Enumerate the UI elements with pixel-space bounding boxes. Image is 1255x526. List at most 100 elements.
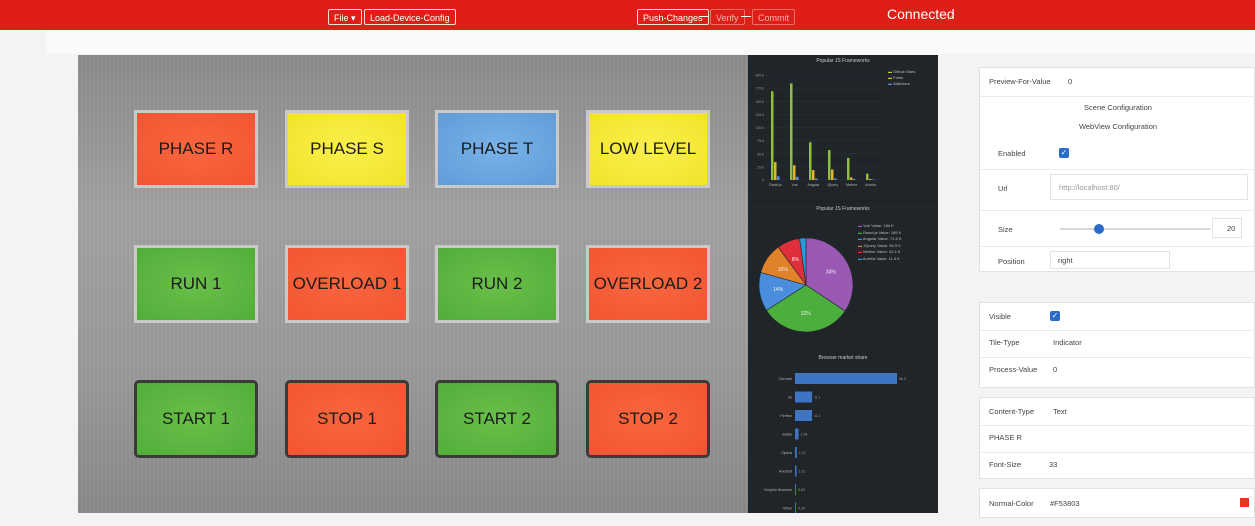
tile-run-1[interactable]: RUN 1 (134, 245, 258, 323)
tile-phase-r[interactable]: PHASE R (134, 110, 258, 188)
bar-aurelia-0 (866, 173, 869, 180)
bar-meteor-0 (847, 157, 850, 180)
hbar-category-label: IE (788, 396, 792, 400)
hbar-category-label: Android (779, 470, 792, 474)
button-start-1[interactable]: START 1 (134, 380, 258, 458)
url-input[interactable]: http://localhost:80/ (1050, 174, 1248, 200)
bar-y-tick: 0 (762, 179, 764, 183)
hbar-value-label: 0.28 (798, 507, 805, 511)
bar-x-tick: Meteor (846, 183, 858, 187)
bar-y-tick: 25 k (757, 165, 764, 169)
pie-chart: 34% 32% 14% 10%8% (758, 237, 854, 333)
bar-chart-panel: Popular JS Frameworks 200 k 175 k 150 k 125… (748, 55, 938, 200)
webview-dashboard: Popular JS Frameworks 200 k 175 k 150 k 125… (748, 55, 938, 513)
pie-chart-legend: ▬ Vue Value: 184 K ▬ React.js Value: 169… (858, 223, 902, 262)
hbar-category-label: Safari (782, 433, 792, 437)
tile-overload-1[interactable]: OVERLOAD 1 (285, 245, 409, 323)
tile-overload-2[interactable]: OVERLOAD 2 (586, 245, 710, 323)
pie-legend-item: ▬ Aurelia Value: 11.6 K (858, 255, 900, 261)
size-slider-track[interactable] (1060, 228, 1210, 230)
config-panel-colors: Normal-Color #F53803 (979, 488, 1255, 518)
commit-button[interactable]: Commit (752, 9, 795, 25)
pie-slice-label: 32% (801, 311, 812, 317)
divider (980, 96, 1255, 97)
font-size-label: Font-Size (989, 460, 1022, 469)
bar-x-tick: Vue (791, 183, 797, 187)
hbar-category-label: Other (783, 507, 793, 511)
scene-configuration-header[interactable]: Scene Configuration (980, 103, 1255, 112)
position-select[interactable]: right (1050, 251, 1170, 269)
file-menu-button[interactable]: File ▾ (328, 9, 362, 25)
tile-phase-s[interactable]: PHASE S (285, 110, 409, 188)
enabled-checkbox[interactable]: ✓ (1059, 148, 1069, 158)
push-changes-button[interactable]: Push-Changes (637, 9, 709, 25)
bar-x-tick: Angular (807, 183, 820, 187)
verify-button[interactable]: Verify (710, 9, 745, 25)
preview-for-value-label: Preview-For-Value (989, 77, 1051, 86)
hbar-dolphinbrowser (795, 484, 796, 495)
button-stop-1[interactable]: STOP 1 (285, 380, 409, 458)
toolbar-separator (741, 16, 751, 17)
divider (980, 425, 1255, 426)
process-value-label: Process-Value (989, 365, 1038, 374)
bar-reactjs-1 (774, 162, 777, 180)
bar-meteor-2 (853, 178, 856, 180)
pie-slice-label: 8% (792, 257, 800, 263)
visible-checkbox[interactable]: ✓ (1050, 311, 1060, 321)
hbar-chart: Chrome 66.3 IE 11.1 Firefox 11.1 Safari 2.34 Ope… (764, 373, 906, 513)
hbar-value-label: 0.63 (798, 488, 805, 492)
normal-color-swatch[interactable] (1240, 498, 1249, 507)
hbar-category-label: Firefox (780, 414, 792, 418)
tile-run-2[interactable]: RUN 2 (435, 245, 559, 323)
pie-slice-label: 14% (773, 287, 784, 293)
pie-slice-label: 10% (778, 267, 789, 273)
connected-leaf-icon: ⸝ (947, 8, 954, 22)
divider (980, 210, 1255, 211)
bar-aurelia-1 (869, 178, 872, 180)
bar-x-tick: React.js (769, 183, 782, 187)
process-value-input[interactable]: 0 (1053, 365, 1057, 374)
button-start-2[interactable]: START 2 (435, 380, 559, 458)
divider (980, 357, 1255, 358)
hbar-value-label: 1.21 (799, 451, 806, 455)
divider (980, 330, 1255, 331)
bar-jquery-1 (831, 169, 834, 180)
enabled-label: Enabled (998, 149, 1026, 158)
header-strip (46, 30, 1255, 54)
content-type-select[interactable]: Text (1053, 407, 1067, 416)
position-label: Position (998, 257, 1025, 266)
hbar-ie (795, 391, 813, 403)
bar-chart-legend: ▬ Github Stars ▬ Forks ▬ Watchers (888, 69, 916, 86)
normal-color-label: Normal-Color (989, 499, 1034, 508)
bar-y-tick: 200 k (755, 74, 764, 78)
tile-low-level[interactable]: LOW LEVEL (586, 110, 710, 188)
hbar-value-label: 1.01 (799, 470, 806, 474)
preview-for-value-input[interactable]: 0 (1068, 77, 1072, 86)
hbar-category-label: Dolphin Browser (764, 488, 793, 492)
hbar-opera (795, 447, 797, 458)
bar-angular-2 (815, 178, 818, 180)
divider (980, 452, 1255, 453)
font-size-input[interactable]: 33 (1049, 460, 1057, 469)
bar-y-tick: 150 k (755, 100, 764, 104)
size-label: Size (998, 225, 1013, 234)
bar-vue-2 (796, 176, 799, 180)
size-slider-thumb[interactable] (1094, 224, 1104, 234)
bar-meteor-1 (850, 177, 853, 180)
normal-color-input[interactable]: #F53803 (1050, 499, 1080, 508)
config-panel-tile: Visible ✓ Tile-Type Indicator Process-Va… (979, 302, 1255, 388)
visible-label: Visible (989, 312, 1011, 321)
button-stop-2[interactable]: STOP 2 (586, 380, 710, 458)
hbar-android (795, 465, 797, 477)
bar-y-tick: 125 k (755, 113, 764, 117)
tile-type-select[interactable]: Indicator (1053, 338, 1082, 347)
divider (980, 169, 1255, 170)
legend-github-stars: Github Stars (893, 69, 916, 74)
toolbar-separator (699, 16, 709, 17)
load-device-config-button[interactable]: Load-Device-Config (364, 9, 456, 25)
size-number-input[interactable]: 20 (1212, 218, 1242, 238)
bar-y-tick: 100 k (755, 126, 764, 130)
tile-phase-t[interactable]: PHASE T (435, 110, 559, 188)
webview-configuration-header[interactable]: WebView Configuration (980, 122, 1255, 131)
content-text-input[interactable]: PHASE R (989, 433, 1022, 442)
